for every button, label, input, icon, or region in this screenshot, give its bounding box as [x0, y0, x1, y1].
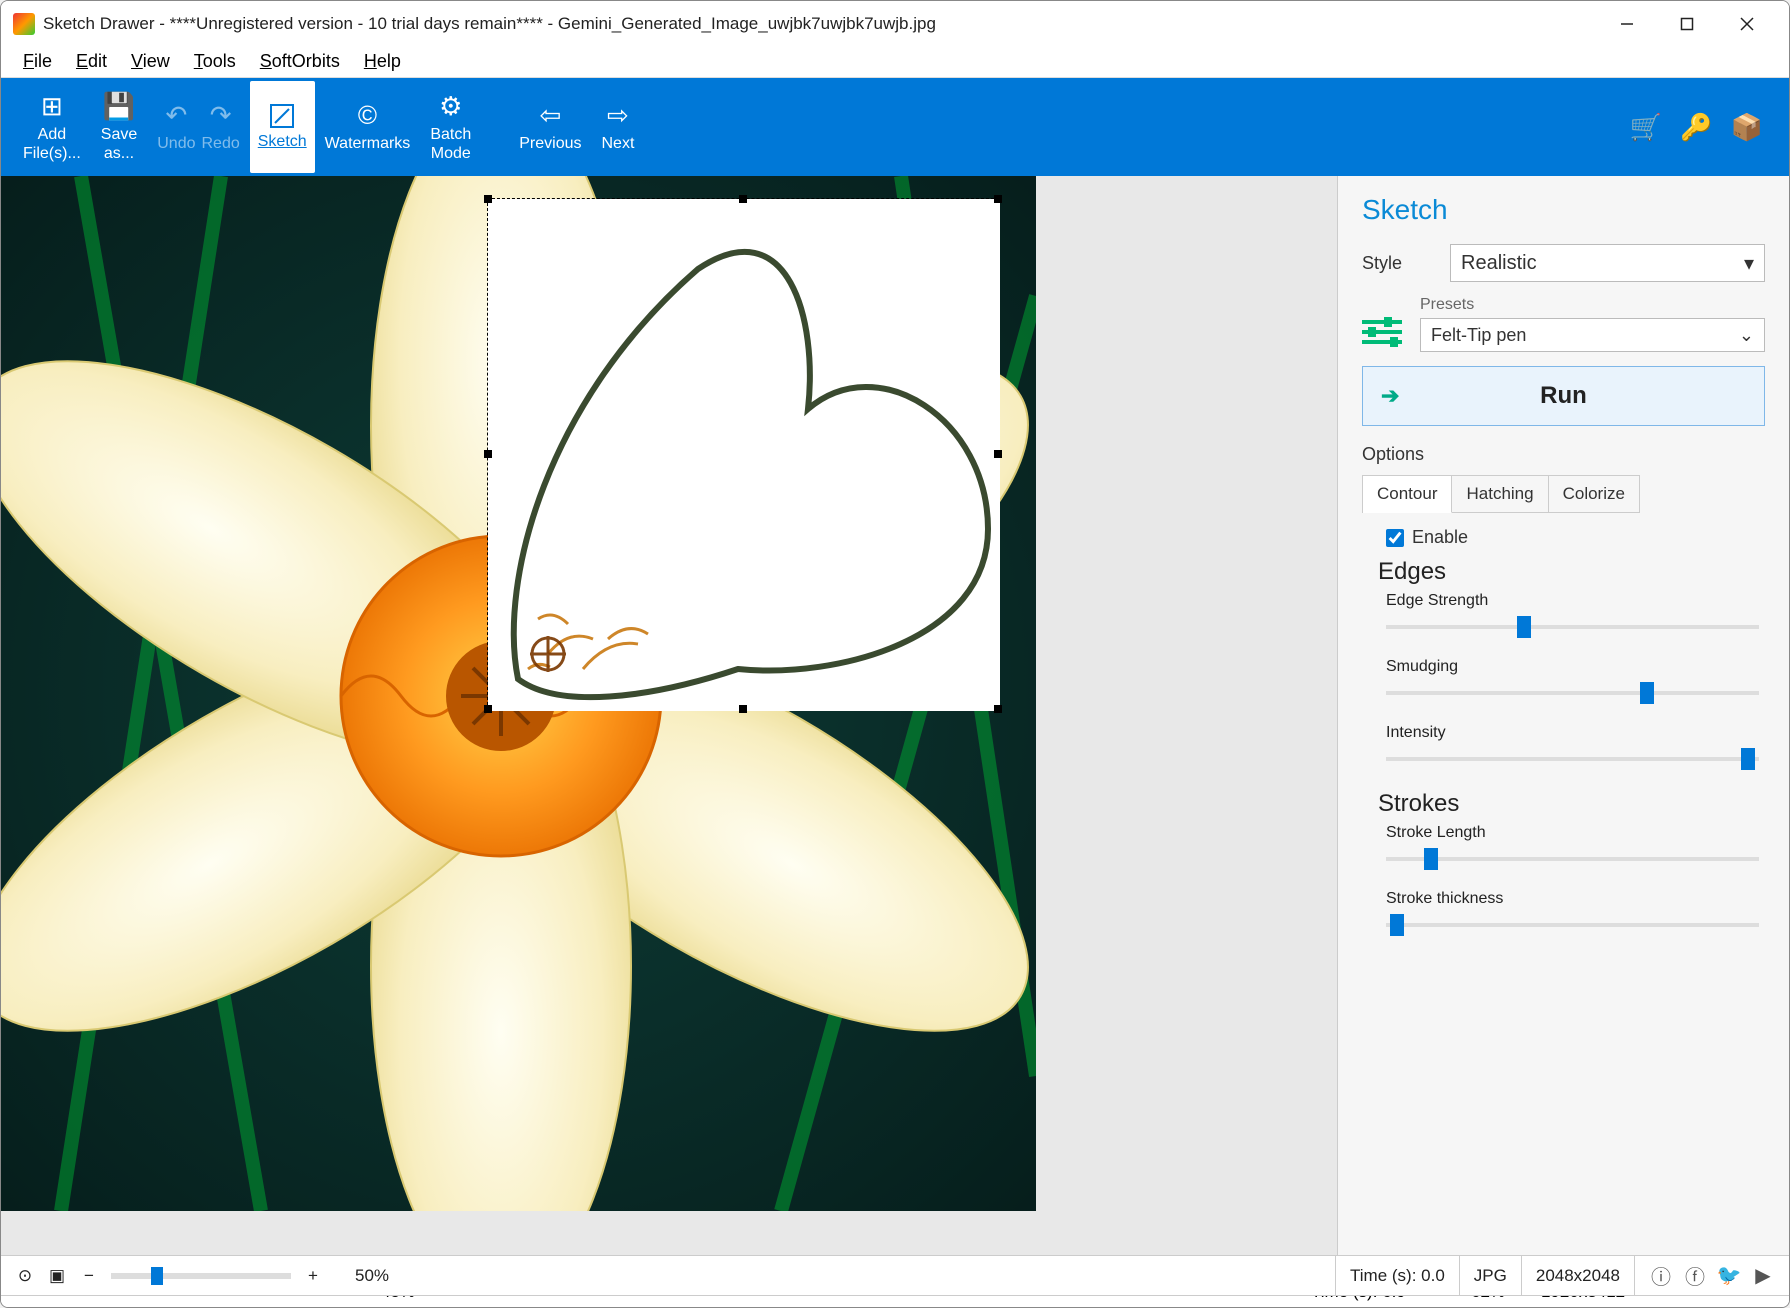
undo-icon: ↶ — [165, 100, 187, 131]
handle-s[interactable] — [739, 705, 747, 713]
stroke-thickness-slider[interactable] — [1386, 912, 1759, 938]
app-window: Sketch Drawer - ****Unregistered version… — [0, 0, 1790, 1308]
save-icon: 💾 — [103, 91, 135, 122]
style-label: Style — [1362, 253, 1432, 274]
stroke-thickness-label: Stroke thickness — [1386, 890, 1759, 908]
presets-select[interactable]: Felt-Tip pen ⌄ — [1420, 318, 1765, 352]
batch-mode-button[interactable]: ⚙ Batch Mode — [420, 81, 481, 173]
intensity-label: Intensity — [1386, 724, 1759, 742]
zoom-value: 50% — [355, 1266, 389, 1286]
artifact-statusbar: 45% Time (s): 6.9 62% 1920x3412 — [1, 1295, 1789, 1307]
menubar: File Edit View Tools SoftOrbits Help — [1, 46, 1789, 78]
key-icon[interactable]: 🔑 — [1680, 112, 1712, 143]
run-arrow-icon: ➔ — [1381, 383, 1399, 409]
edges-heading: Edges — [1378, 558, 1759, 586]
tab-colorize[interactable]: Colorize — [1549, 476, 1639, 513]
zoom-fit-icon[interactable]: ▣ — [47, 1266, 67, 1286]
sketch-panel: Sketch Style Realistic ▾ Presets Felt-Ti… — [1337, 176, 1789, 1255]
facebook-icon[interactable]: ⓕ — [1685, 1266, 1705, 1286]
youtube-icon[interactable]: ▶ — [1753, 1266, 1773, 1286]
minimize-icon — [1620, 17, 1634, 31]
next-button[interactable]: ⇨ Next — [591, 81, 644, 173]
enable-label: Enable — [1412, 527, 1468, 548]
handle-se[interactable] — [994, 705, 1002, 713]
handle-e[interactable] — [994, 450, 1002, 458]
options-tabs: Contour Hatching Colorize — [1362, 475, 1640, 513]
handle-n[interactable] — [739, 195, 747, 203]
chevron-down-icon: ▾ — [1744, 251, 1754, 276]
tab-hatching[interactable]: Hatching — [1452, 476, 1548, 513]
strokes-heading: Strokes — [1378, 790, 1759, 818]
handle-nw[interactable] — [484, 195, 492, 203]
selection-box[interactable] — [487, 198, 999, 710]
statusbar: ⊙ ▣ − + 50% Time (s): 0.0 JPG 2048x2048 … — [1, 1255, 1789, 1295]
enable-checkbox[interactable] — [1386, 529, 1404, 547]
status-time: Time (s): 0.0 — [1335, 1256, 1459, 1295]
menu-edit[interactable]: Edit — [64, 47, 119, 76]
options-label: Options — [1362, 444, 1765, 465]
zoom-actual-icon[interactable]: ⊙ — [15, 1266, 35, 1286]
intensity-slider[interactable] — [1386, 746, 1759, 772]
status-dimensions: 2048x2048 — [1521, 1256, 1634, 1295]
tab-body-contour: Enable Edges Edge Strength Smudging Inte… — [1362, 513, 1765, 938]
run-button[interactable]: ➔ Run — [1362, 366, 1765, 426]
cart-icon[interactable]: 🛒 — [1630, 112, 1662, 143]
sketch-button[interactable]: Sketch — [250, 81, 315, 173]
zoom-slider[interactable] — [111, 1273, 291, 1279]
copyright-icon: © — [358, 100, 377, 131]
sliders-icon[interactable] — [1362, 312, 1402, 352]
titlebar: Sketch Drawer - ****Unregistered version… — [1, 1, 1789, 46]
add-file-icon: ⊞ — [41, 91, 63, 122]
arrow-left-icon: ⇦ — [539, 100, 561, 131]
redo-icon: ↷ — [210, 100, 232, 131]
save-as-button[interactable]: 💾 Save as... — [91, 81, 147, 173]
zoom-in-button[interactable]: + — [303, 1266, 323, 1286]
tab-contour[interactable]: Contour — [1363, 476, 1452, 513]
window-title: Sketch Drawer - ****Unregistered version… — [43, 14, 1597, 34]
edge-strength-label: Edge Strength — [1386, 592, 1759, 610]
close-button[interactable] — [1717, 1, 1777, 46]
style-select[interactable]: Realistic ▾ — [1450, 244, 1765, 282]
twitter-icon[interactable]: 🐦 — [1719, 1266, 1739, 1286]
smudging-slider[interactable] — [1386, 680, 1759, 706]
edge-strength-slider[interactable] — [1386, 614, 1759, 640]
handle-ne[interactable] — [994, 195, 1002, 203]
arrow-right-icon: ⇨ — [607, 100, 629, 131]
status-format: JPG — [1459, 1256, 1521, 1295]
main-area: Sketch Style Realistic ▾ Presets Felt-Ti… — [1, 176, 1789, 1255]
previous-button[interactable]: ⇦ Previous — [509, 81, 591, 173]
chevron-down-icon: ⌄ — [1739, 325, 1754, 346]
close-icon — [1740, 17, 1754, 31]
smudging-label: Smudging — [1386, 658, 1759, 676]
canvas-area[interactable] — [1, 176, 1337, 1255]
redo-button[interactable]: ↷ Redo — [192, 81, 250, 173]
menu-help[interactable]: Help — [352, 47, 413, 76]
add-files-button[interactable]: ⊞ Add File(s)... — [13, 81, 91, 173]
zoom-out-button[interactable]: − — [79, 1266, 99, 1286]
maximize-button[interactable] — [1657, 1, 1717, 46]
menu-view[interactable]: View — [119, 47, 182, 76]
sketch-preview — [488, 199, 998, 709]
stroke-length-label: Stroke Length — [1386, 824, 1759, 842]
menu-tools[interactable]: Tools — [182, 47, 248, 76]
stroke-length-slider[interactable] — [1386, 846, 1759, 872]
handle-w[interactable] — [484, 450, 492, 458]
maximize-icon — [1680, 17, 1694, 31]
presets-label: Presets — [1420, 296, 1765, 314]
info-icon[interactable]: ⓘ — [1651, 1266, 1671, 1286]
minimize-button[interactable] — [1597, 1, 1657, 46]
app-icon — [13, 13, 35, 35]
panel-heading: Sketch — [1362, 194, 1765, 226]
gear-icon: ⚙ — [439, 91, 462, 122]
watermarks-button[interactable]: © Watermarks — [315, 81, 421, 173]
ribbon-toolbar: ⊞ Add File(s)... 💾 Save as... ↶ Undo ↷ R… — [1, 78, 1789, 176]
menu-softorbits[interactable]: SoftOrbits — [248, 47, 352, 76]
package-icon[interactable]: 📦 — [1731, 112, 1763, 143]
handle-sw[interactable] — [484, 705, 492, 713]
sketch-icon — [269, 103, 295, 129]
menu-file[interactable]: File — [11, 47, 64, 76]
